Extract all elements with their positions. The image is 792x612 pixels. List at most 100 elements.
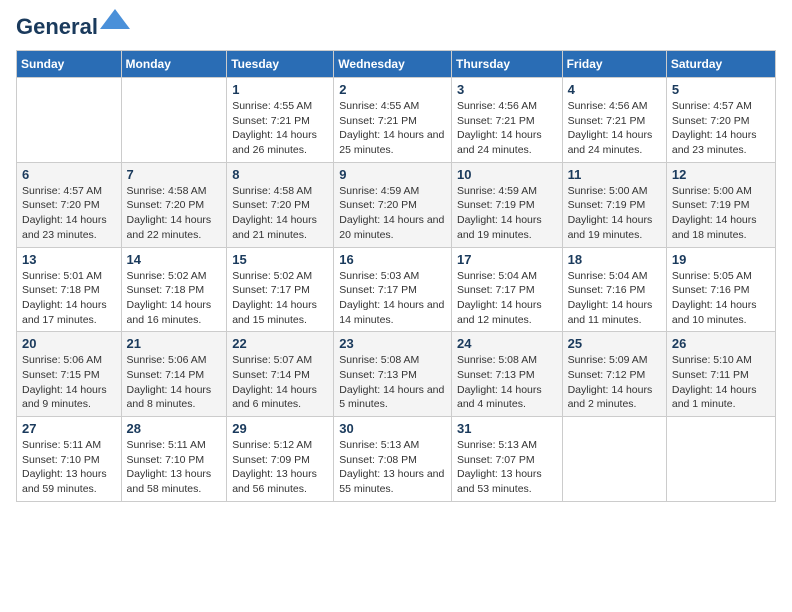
day-number: 28 bbox=[127, 421, 222, 436]
day-info: Sunrise: 4:59 AM Sunset: 7:20 PM Dayligh… bbox=[339, 184, 446, 243]
day-info: Sunrise: 5:04 AM Sunset: 7:16 PM Dayligh… bbox=[568, 269, 661, 328]
calendar-cell: 25 Sunrise: 5:09 AM Sunset: 7:12 PM Dayli… bbox=[562, 332, 666, 417]
day-number: 21 bbox=[127, 336, 222, 351]
calendar-cell: 11 Sunrise: 5:00 AM Sunset: 7:19 PM Dayli… bbox=[562, 162, 666, 247]
day-info: Sunrise: 4:58 AM Sunset: 7:20 PM Dayligh… bbox=[232, 184, 328, 243]
calendar-cell: 31 Sunrise: 5:13 AM Sunset: 7:07 PM Dayli… bbox=[451, 417, 562, 502]
day-number: 30 bbox=[339, 421, 446, 436]
day-info: Sunrise: 5:11 AM Sunset: 7:10 PM Dayligh… bbox=[127, 438, 222, 497]
calendar-cell: 30Sunrise: 5:13 AM Sunset: 7:08 PM Dayli… bbox=[334, 417, 452, 502]
logo-text: General bbox=[16, 16, 98, 38]
day-info: Sunrise: 5:02 AM Sunset: 7:18 PM Dayligh… bbox=[127, 269, 222, 328]
day-info: Sunrise: 5:07 AM Sunset: 7:14 PM Dayligh… bbox=[232, 353, 328, 412]
calendar-cell: 3 Sunrise: 4:56 AM Sunset: 7:21 PM Daylig… bbox=[451, 78, 562, 163]
day-number: 27 bbox=[22, 421, 116, 436]
day-info: Sunrise: 4:58 AM Sunset: 7:20 PM Dayligh… bbox=[127, 184, 222, 243]
weekday-header-friday: Friday bbox=[562, 51, 666, 78]
calendar-cell: 13 Sunrise: 5:01 AM Sunset: 7:18 PM Dayli… bbox=[17, 247, 122, 332]
day-info: Sunrise: 4:56 AM Sunset: 7:21 PM Dayligh… bbox=[568, 99, 661, 158]
calendar-cell bbox=[562, 417, 666, 502]
day-number: 10 bbox=[457, 167, 557, 182]
calendar-cell: 27 Sunrise: 5:11 AM Sunset: 7:10 PM Dayli… bbox=[17, 417, 122, 502]
day-number: 14 bbox=[127, 252, 222, 267]
calendar-cell: 10 Sunrise: 4:59 AM Sunset: 7:19 PM Dayli… bbox=[451, 162, 562, 247]
day-info: Sunrise: 5:11 AM Sunset: 7:10 PM Dayligh… bbox=[22, 438, 116, 497]
calendar-cell: 23 Sunrise: 5:08 AM Sunset: 7:13 PM Dayli… bbox=[334, 332, 452, 417]
day-number: 8 bbox=[232, 167, 328, 182]
day-info: Sunrise: 5:03 AM Sunset: 7:17 PM Dayligh… bbox=[339, 269, 446, 328]
calendar-cell: 24 Sunrise: 5:08 AM Sunset: 7:13 PM Dayli… bbox=[451, 332, 562, 417]
day-number: 22 bbox=[232, 336, 328, 351]
calendar-cell: 2 Sunrise: 4:55 AM Sunset: 7:21 PM Daylig… bbox=[334, 78, 452, 163]
day-number: 4 bbox=[568, 82, 661, 97]
day-info: Sunrise: 5:02 AM Sunset: 7:17 PM Dayligh… bbox=[232, 269, 328, 328]
calendar-week-row: 27 Sunrise: 5:11 AM Sunset: 7:10 PM Dayli… bbox=[17, 417, 776, 502]
day-number: 15 bbox=[232, 252, 328, 267]
calendar-cell: 9 Sunrise: 4:59 AM Sunset: 7:20 PM Daylig… bbox=[334, 162, 452, 247]
day-info: Sunrise: 5:09 AM Sunset: 7:12 PM Dayligh… bbox=[568, 353, 661, 412]
day-info: Sunrise: 5:00 AM Sunset: 7:19 PM Dayligh… bbox=[672, 184, 770, 243]
day-number: 23 bbox=[339, 336, 446, 351]
day-number: 2 bbox=[339, 82, 446, 97]
day-info: Sunrise: 5:05 AM Sunset: 7:16 PM Dayligh… bbox=[672, 269, 770, 328]
weekday-header-sunday: Sunday bbox=[17, 51, 122, 78]
day-info: Sunrise: 5:10 AM Sunset: 7:11 PM Dayligh… bbox=[672, 353, 770, 412]
day-info: Sunrise: 5:08 AM Sunset: 7:13 PM Dayligh… bbox=[457, 353, 557, 412]
day-info: Sunrise: 5:06 AM Sunset: 7:14 PM Dayligh… bbox=[127, 353, 222, 412]
day-info: Sunrise: 4:57 AM Sunset: 7:20 PM Dayligh… bbox=[22, 184, 116, 243]
calendar-table: SundayMondayTuesdayWednesdayThursdayFrid… bbox=[16, 50, 776, 502]
calendar-header-row: SundayMondayTuesdayWednesdayThursdayFrid… bbox=[17, 51, 776, 78]
calendar-cell: 26 Sunrise: 5:10 AM Sunset: 7:11 PM Dayli… bbox=[666, 332, 775, 417]
day-number: 6 bbox=[22, 167, 116, 182]
calendar-cell bbox=[121, 78, 227, 163]
page-header: General bbox=[16, 16, 776, 38]
calendar-cell: 22 Sunrise: 5:07 AM Sunset: 7:14 PM Dayli… bbox=[227, 332, 334, 417]
weekday-header-monday: Monday bbox=[121, 51, 227, 78]
day-info: Sunrise: 5:13 AM Sunset: 7:07 PM Dayligh… bbox=[457, 438, 557, 497]
calendar-cell: 14 Sunrise: 5:02 AM Sunset: 7:18 PM Dayli… bbox=[121, 247, 227, 332]
day-number: 19 bbox=[672, 252, 770, 267]
calendar-cell: 18 Sunrise: 5:04 AM Sunset: 7:16 PM Dayli… bbox=[562, 247, 666, 332]
calendar-cell: 17 Sunrise: 5:04 AM Sunset: 7:17 PM Dayli… bbox=[451, 247, 562, 332]
day-number: 12 bbox=[672, 167, 770, 182]
calendar-cell: 6 Sunrise: 4:57 AM Sunset: 7:20 PM Daylig… bbox=[17, 162, 122, 247]
calendar-cell: 19 Sunrise: 5:05 AM Sunset: 7:16 PM Dayli… bbox=[666, 247, 775, 332]
day-number: 11 bbox=[568, 167, 661, 182]
day-info: Sunrise: 5:00 AM Sunset: 7:19 PM Dayligh… bbox=[568, 184, 661, 243]
calendar-cell: 4 Sunrise: 4:56 AM Sunset: 7:21 PM Daylig… bbox=[562, 78, 666, 163]
weekday-header-wednesday: Wednesday bbox=[334, 51, 452, 78]
weekday-header-saturday: Saturday bbox=[666, 51, 775, 78]
day-info: Sunrise: 5:06 AM Sunset: 7:15 PM Dayligh… bbox=[22, 353, 116, 412]
day-info: Sunrise: 5:08 AM Sunset: 7:13 PM Dayligh… bbox=[339, 353, 446, 412]
day-info: Sunrise: 4:59 AM Sunset: 7:19 PM Dayligh… bbox=[457, 184, 557, 243]
calendar-week-row: 6 Sunrise: 4:57 AM Sunset: 7:20 PM Daylig… bbox=[17, 162, 776, 247]
day-number: 24 bbox=[457, 336, 557, 351]
day-number: 20 bbox=[22, 336, 116, 351]
day-number: 3 bbox=[457, 82, 557, 97]
day-info: Sunrise: 5:12 AM Sunset: 7:09 PM Dayligh… bbox=[232, 438, 328, 497]
calendar-cell: 12 Sunrise: 5:00 AM Sunset: 7:19 PM Dayli… bbox=[666, 162, 775, 247]
day-number: 5 bbox=[672, 82, 770, 97]
day-number: 25 bbox=[568, 336, 661, 351]
logo-icon bbox=[100, 9, 130, 37]
calendar-cell bbox=[17, 78, 122, 163]
calendar-cell: 29 Sunrise: 5:12 AM Sunset: 7:09 PM Dayli… bbox=[227, 417, 334, 502]
weekday-header-thursday: Thursday bbox=[451, 51, 562, 78]
day-info: Sunrise: 4:56 AM Sunset: 7:21 PM Dayligh… bbox=[457, 99, 557, 158]
calendar-cell: 8 Sunrise: 4:58 AM Sunset: 7:20 PM Daylig… bbox=[227, 162, 334, 247]
day-number: 29 bbox=[232, 421, 328, 436]
calendar-cell: 21 Sunrise: 5:06 AM Sunset: 7:14 PM Dayli… bbox=[121, 332, 227, 417]
calendar-cell: 15 Sunrise: 5:02 AM Sunset: 7:17 PM Dayli… bbox=[227, 247, 334, 332]
day-info: Sunrise: 5:01 AM Sunset: 7:18 PM Dayligh… bbox=[22, 269, 116, 328]
day-info: Sunrise: 5:04 AM Sunset: 7:17 PM Dayligh… bbox=[457, 269, 557, 328]
day-number: 26 bbox=[672, 336, 770, 351]
day-number: 18 bbox=[568, 252, 661, 267]
calendar-cell: 20 Sunrise: 5:06 AM Sunset: 7:15 PM Dayli… bbox=[17, 332, 122, 417]
day-number: 9 bbox=[339, 167, 446, 182]
calendar-cell: 1Sunrise: 4:55 AM Sunset: 7:21 PM Daylig… bbox=[227, 78, 334, 163]
day-number: 13 bbox=[22, 252, 116, 267]
day-number: 31 bbox=[457, 421, 557, 436]
day-number: 7 bbox=[127, 167, 222, 182]
day-number: 17 bbox=[457, 252, 557, 267]
day-info: Sunrise: 4:55 AM Sunset: 7:21 PM Dayligh… bbox=[339, 99, 446, 158]
